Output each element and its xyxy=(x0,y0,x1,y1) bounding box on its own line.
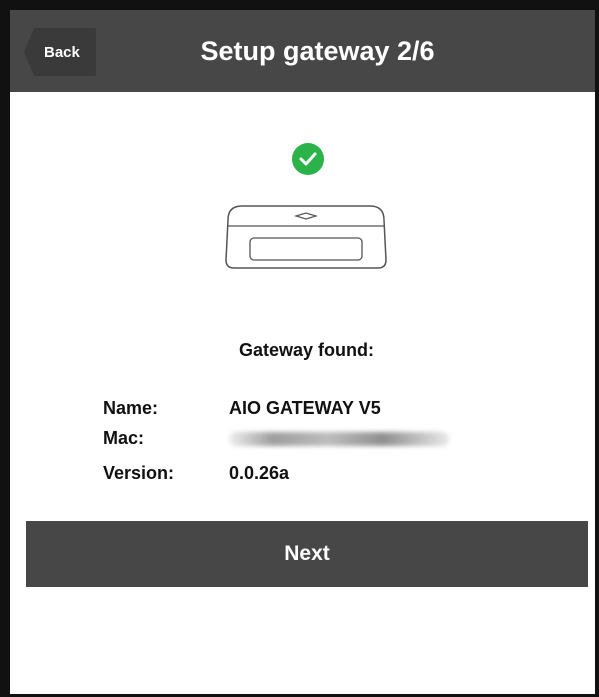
gateway-device-icon xyxy=(225,205,387,269)
name-value: AIO GATEWAY V5 xyxy=(229,398,381,418)
mac-value-redacted xyxy=(229,432,449,446)
device-frame-top xyxy=(0,0,599,10)
page-title: Setup gateway 2/6 xyxy=(200,35,435,66)
version-label: Version: xyxy=(103,463,175,483)
header-bar: Back Setup gateway 2/6 xyxy=(10,10,595,92)
back-button[interactable]: Back xyxy=(24,28,96,76)
check-circle-icon xyxy=(292,143,324,175)
name-label: Name: xyxy=(103,398,159,418)
mac-label: Mac: xyxy=(103,428,145,448)
next-button[interactable]: Next xyxy=(26,521,588,587)
gateway-found-label: Gateway found: xyxy=(238,340,374,360)
version-value: 0.0.26a xyxy=(229,463,290,483)
